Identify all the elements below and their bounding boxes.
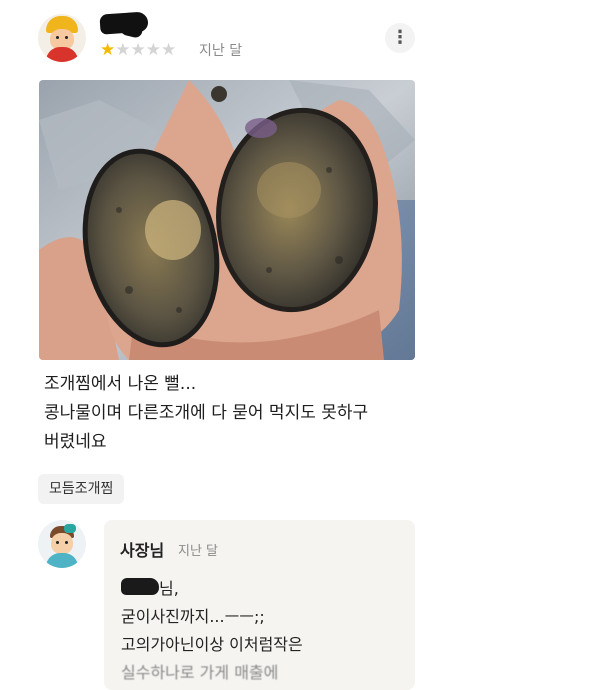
reviewer-avatar[interactable] <box>38 14 86 62</box>
star-filled-icon: ★ <box>100 40 116 60</box>
reply-recipient-redacted <box>121 578 159 595</box>
menu-tag[interactable]: 모듬조개찜 <box>38 474 125 504</box>
kebab-icon: ⋮ <box>391 27 409 48</box>
review-line: 콩나물이며 다른조개에 다 묻어 먹지도 못하구 <box>44 403 369 423</box>
star-empty-icon: ★ <box>161 40 177 60</box>
review-body: 조개찜에서 나온 뻘... 콩나물이며 다른조개에 다 묻어 먹지도 못하구 버… <box>44 370 424 457</box>
reply-line: 실수하나로 가게 매출에 <box>121 663 279 682</box>
star-empty-icon: ★ <box>115 40 131 60</box>
reply-body: 님, 굳이사진까지...ㅡㅡ;; 고의가아닌이상 이처럼작은 실수하나로 가게 … <box>121 575 411 687</box>
review-date: 지난 달 <box>199 43 243 59</box>
reply-date: 지난 달 <box>178 544 219 559</box>
review-line: 조개찜에서 나온 뻘... <box>44 374 197 394</box>
reply-author: 사장님 <box>120 541 165 560</box>
review-line: 버렸네요 <box>44 432 107 452</box>
reply-line: 님, <box>159 579 179 598</box>
rating-stars: ★★★★★ <box>100 40 176 60</box>
review-photo[interactable] <box>39 80 415 360</box>
reply-line: 고의가아닌이상 이처럼작은 <box>121 635 303 654</box>
star-empty-icon: ★ <box>130 40 146 60</box>
more-options-button[interactable]: ⋮ <box>385 23 415 53</box>
reviewer-name-redacted <box>99 11 149 35</box>
reply-line: 굳이사진까지...ㅡㅡ;; <box>121 607 265 626</box>
star-empty-icon: ★ <box>145 40 161 60</box>
owner-avatar <box>38 520 86 568</box>
